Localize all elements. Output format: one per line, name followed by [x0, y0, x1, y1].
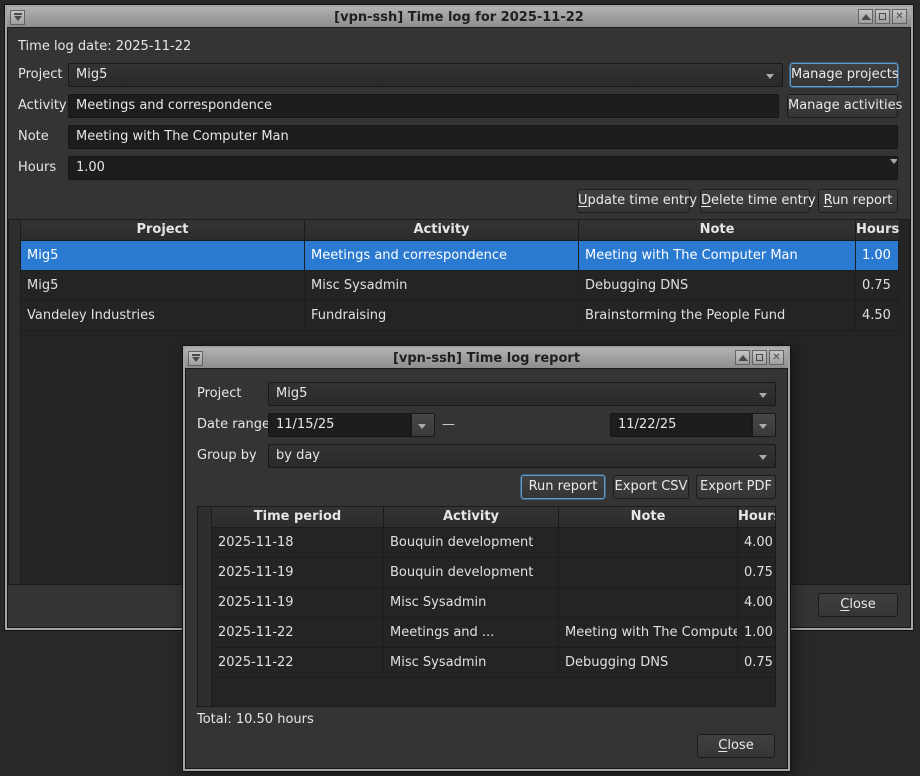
- date-from-input[interactable]: 11/15/25: [268, 413, 411, 437]
- column-header-hours[interactable]: Hours: [738, 507, 776, 528]
- column-header-activity[interactable]: Activity: [384, 507, 559, 528]
- column-header-activity[interactable]: Activity: [305, 220, 579, 241]
- report-project-combobox[interactable]: Mig5: [268, 382, 776, 406]
- date-to-input[interactable]: 11/22/25: [610, 413, 752, 437]
- run-report-button[interactable]: Run report: [818, 189, 898, 213]
- hours-spinbox[interactable]: 1.00: [68, 156, 898, 180]
- dropdown-arrow-icon: [759, 393, 767, 398]
- titlebar-close-button[interactable]: ✕: [769, 350, 784, 365]
- dialog-titlebar[interactable]: [vpn-ssh] Time log report ✕: [185, 348, 788, 369]
- column-header-note[interactable]: Note: [579, 220, 856, 241]
- dialog-run-report-button[interactable]: Run report: [521, 475, 605, 499]
- table-row[interactable]: 2 Mig5 Misc Sysadmin Debugging DNS 0.75: [9, 271, 909, 301]
- row-number-gutter: [9, 220, 21, 584]
- spinner-arrows-icon[interactable]: [882, 161, 892, 180]
- report-project-label: Project: [197, 382, 241, 406]
- report-row[interactable]: 4 2025-11-22 Meetings and ... Meeting wi…: [198, 618, 775, 648]
- date-from-dropdown-button[interactable]: [411, 413, 435, 437]
- report-row[interactable]: 3 2025-11-19 Misc Sysadmin 4.00: [198, 588, 775, 618]
- hours-label: Hours: [18, 156, 56, 180]
- shade-icon: [739, 355, 747, 360]
- column-header-project[interactable]: Project: [21, 220, 305, 241]
- date-range-label: Date range: [197, 413, 270, 437]
- group-by-combobox[interactable]: by day: [268, 444, 776, 468]
- maximize-button[interactable]: [875, 9, 890, 24]
- update-time-entry-button[interactable]: Update time entry: [577, 189, 690, 213]
- window-menu-button[interactable]: [188, 351, 203, 366]
- shade-icon: [862, 14, 870, 19]
- window-menu-icon: [192, 357, 200, 362]
- group-by-label: Group by: [197, 444, 257, 468]
- dropdown-arrow-icon: [766, 74, 774, 79]
- manage-activities-button[interactable]: Manage activities: [787, 94, 898, 118]
- project-combobox[interactable]: Mig5: [68, 63, 783, 87]
- hours-value: 1.00: [76, 160, 105, 175]
- project-combobox-value: Mig5: [76, 67, 107, 82]
- report-table-header-row: Time period Activity Note Hours: [198, 507, 775, 528]
- close-icon: ✕: [772, 353, 780, 363]
- report-row[interactable]: 1 2025-11-18 Bouquin development 4.00: [198, 528, 775, 558]
- table-row[interactable]: 1 Mig5 Meetings and correspondence Meeti…: [9, 241, 909, 271]
- table-header-row: Project Activity Note Hours: [9, 220, 909, 241]
- activity-label: Activity: [18, 94, 67, 118]
- report-row[interactable]: 2 2025-11-19 Bouquin development 0.75: [198, 558, 775, 588]
- dropdown-arrow-icon: [759, 424, 767, 429]
- maximize-icon: [879, 13, 886, 20]
- export-pdf-button[interactable]: Export PDF: [696, 475, 776, 499]
- row-number-gutter: [198, 507, 212, 706]
- shade-button[interactable]: [735, 350, 750, 365]
- export-csv-button[interactable]: Export CSV: [613, 475, 689, 499]
- report-dialog: [vpn-ssh] Time log report ✕ Project Mig5…: [183, 346, 790, 771]
- column-header-time-period[interactable]: Time period: [212, 507, 384, 528]
- dropdown-arrow-icon: [418, 424, 426, 429]
- main-window-title: [vpn-ssh] Time log for 2025-11-22: [7, 7, 911, 28]
- group-by-value: by day: [276, 448, 320, 463]
- note-label: Note: [18, 125, 49, 149]
- time-log-date-label: Time log date: 2025-11-22: [18, 37, 191, 57]
- column-header-note[interactable]: Note: [559, 507, 738, 528]
- shade-button[interactable]: [858, 9, 873, 24]
- total-hours-label: Total: 10.50 hours: [197, 711, 314, 729]
- delete-time-entry-button[interactable]: Delete time entry: [700, 189, 810, 213]
- note-input[interactable]: Meeting with The Computer Man: [68, 125, 898, 149]
- report-project-value: Mig5: [276, 386, 307, 401]
- close-button[interactable]: Close: [818, 593, 898, 617]
- date-range-separator: —: [442, 413, 455, 437]
- maximize-icon: [756, 354, 763, 361]
- table-row[interactable]: 3 Vandeley Industries Fundraising Brains…: [9, 301, 909, 331]
- dialog-title: [vpn-ssh] Time log report: [185, 348, 788, 369]
- activity-input[interactable]: Meetings and correspondence: [68, 94, 779, 118]
- date-to-dropdown-button[interactable]: [752, 413, 776, 437]
- column-header-hours[interactable]: Hours: [856, 220, 899, 241]
- main-titlebar[interactable]: [vpn-ssh] Time log for 2025-11-22 ✕: [7, 7, 911, 28]
- dialog-close-button[interactable]: Close: [697, 734, 775, 758]
- report-row[interactable]: 5 2025-11-22 Misc Sysadmin Debugging DNS…: [198, 648, 775, 678]
- window-menu-icon: [14, 16, 22, 21]
- close-icon: ✕: [895, 12, 903, 22]
- project-label: Project: [18, 63, 62, 87]
- report-table: Time period Activity Note Hours 1 2025-1…: [197, 506, 776, 707]
- manage-projects-button[interactable]: Manage projects: [790, 63, 898, 87]
- titlebar-close-button[interactable]: ✕: [892, 9, 907, 24]
- dropdown-arrow-icon: [759, 455, 767, 460]
- maximize-button[interactable]: [752, 350, 767, 365]
- window-menu-button[interactable]: [10, 10, 25, 25]
